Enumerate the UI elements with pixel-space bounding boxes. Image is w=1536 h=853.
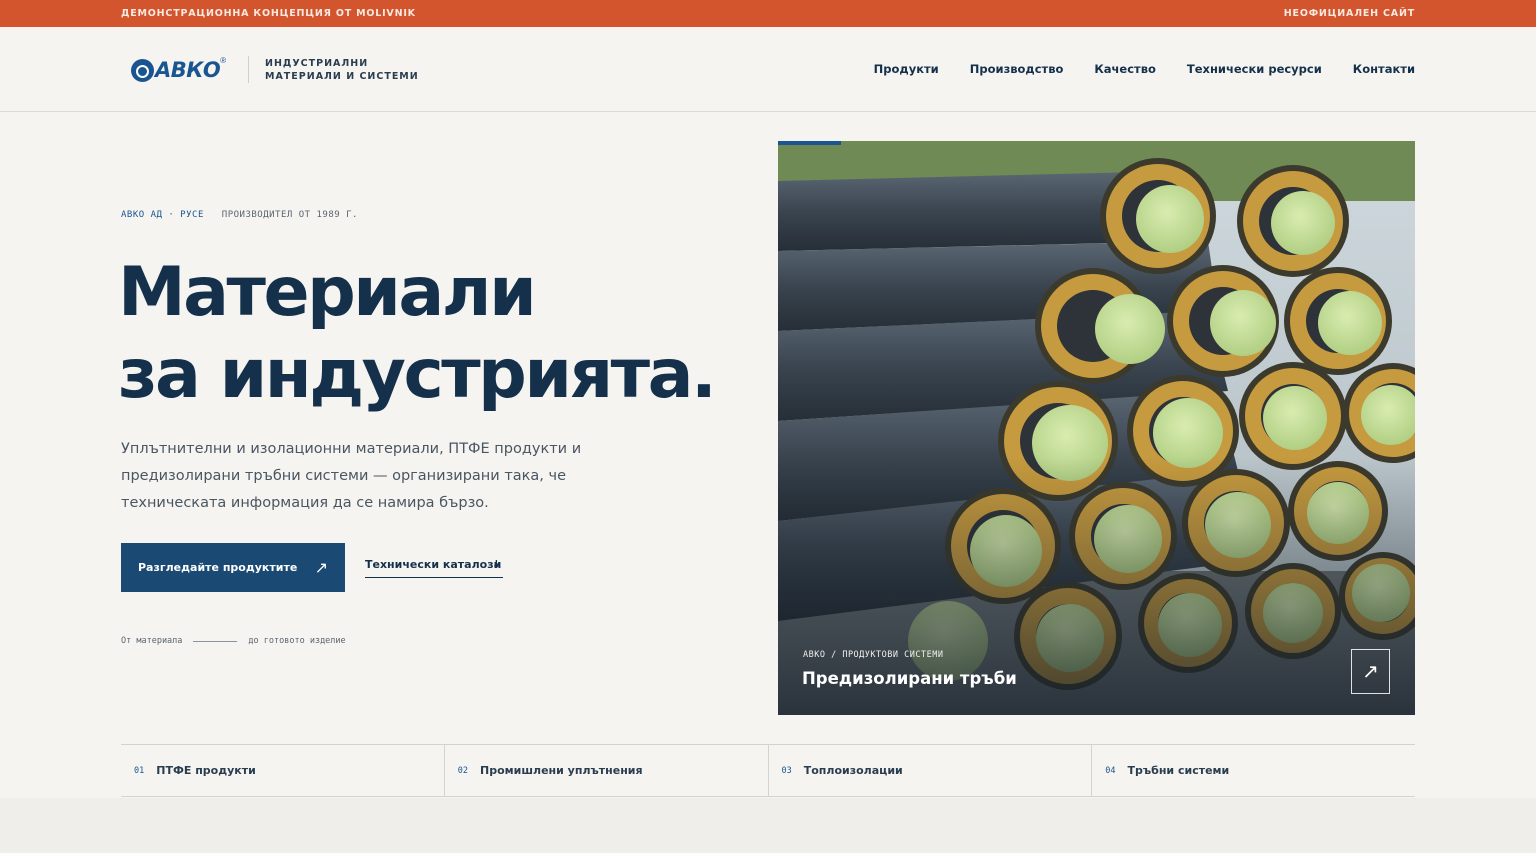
logo-mark-icon [131, 58, 154, 82]
arrow-up-right-icon: ↗ [1362, 661, 1379, 683]
technical-catalogs-label: Технически каталози [365, 558, 502, 571]
category-insulation[interactable]: 03 Топлоизолации [769, 745, 1093, 796]
category-label: Топлоизолации [803, 764, 903, 777]
category-seals[interactable]: 02 Промишлени уплътнения [445, 745, 769, 796]
flow-line [193, 640, 238, 642]
site-header: АВКО ® Индустриални материали и системи … [0, 27, 1536, 112]
tagline-line-2: материали и системи [265, 71, 419, 82]
image-kicker: АВКО / ПРОДУКТОВИ СИСТЕМИ [803, 650, 944, 660]
category-strip: 01 ПТФЕ продукти 02 Промишлени уплътнени… [121, 744, 1415, 797]
hero-eyebrow: АВКО АД · РУСЕ ПРОИЗВОДИТЕЛ ОТ 1989 Г. [121, 210, 358, 220]
arrow-up-right-icon: ↗ [314, 558, 328, 577]
top-announcement-bar: Демонстрационна концепция от Molivnik Не… [0, 0, 1536, 27]
hero-title-line-1: Материали [118, 253, 537, 332]
image-title: Предизолирани тръби [802, 669, 1017, 688]
category-pipe-systems[interactable]: 04 Тръбни системи [1092, 745, 1415, 796]
category-number: 02 [457, 765, 468, 776]
category-ptfe[interactable]: 01 ПТФЕ продукти [121, 745, 445, 796]
category-number: 03 [781, 765, 792, 776]
category-number: 01 [134, 765, 145, 776]
nav-item-technical-resources[interactable]: Технически ресурси [1187, 62, 1322, 76]
pre-insulated-pipes-image[interactable] [778, 141, 1415, 715]
unofficial-notice: Неофициален сайт [1283, 8, 1415, 19]
browse-products-button[interactable]: Разгледайте продуктите ↗ [121, 543, 345, 592]
logo[interactable]: АВКО ® [131, 55, 227, 82]
registered-mark: ® [220, 55, 227, 65]
main-nav: Продукти Производство Качество Техническ… [874, 62, 1415, 76]
category-number: 04 [1105, 765, 1116, 776]
pipes-illustration [778, 141, 1415, 715]
nav-item-products[interactable]: Продукти [874, 62, 939, 76]
nav-item-production[interactable]: Производство [970, 62, 1064, 76]
category-label: Тръбни системи [1127, 764, 1230, 777]
browse-products-label: Разгледайте продуктите [138, 561, 298, 574]
open-product-button[interactable]: ↗ [1351, 649, 1390, 694]
tagline-line-1: Индустриални [265, 58, 369, 69]
hero-title-line-2: за индустрията. [118, 335, 717, 414]
header-divider [248, 56, 249, 83]
flow-to: до готовото изделие [248, 636, 346, 646]
material-flow-caption: От материала до готовото изделие [121, 636, 346, 646]
hero-description: Уплътнителни и изолационни материали, ПТ… [121, 441, 582, 511]
flow-from: От материала [121, 636, 183, 646]
demo-notice: Демонстрационна концепция от Molivnik [121, 8, 416, 19]
nav-item-contacts[interactable]: Контакти [1353, 62, 1415, 76]
arrow-down-icon: ↓ [491, 558, 501, 571]
category-label: Промишлени уплътнения [480, 764, 643, 777]
category-label: ПТФЕ продукти [156, 764, 256, 777]
next-section-band [0, 798, 1536, 853]
eyebrow-company: АВКО АД · РУСЕ [121, 210, 204, 220]
hero-title: Материали за индустрията. [118, 252, 717, 416]
brand-tagline: Индустриални материали и системи [265, 57, 419, 83]
nav-item-quality[interactable]: Качество [1094, 62, 1156, 76]
logo-text: АВКО [155, 58, 221, 82]
technical-catalogs-link[interactable]: Технически каталози ↓ [365, 558, 503, 578]
image-accent-bar [778, 141, 841, 145]
eyebrow-since: ПРОИЗВОДИТЕЛ ОТ 1989 Г. [221, 210, 358, 220]
